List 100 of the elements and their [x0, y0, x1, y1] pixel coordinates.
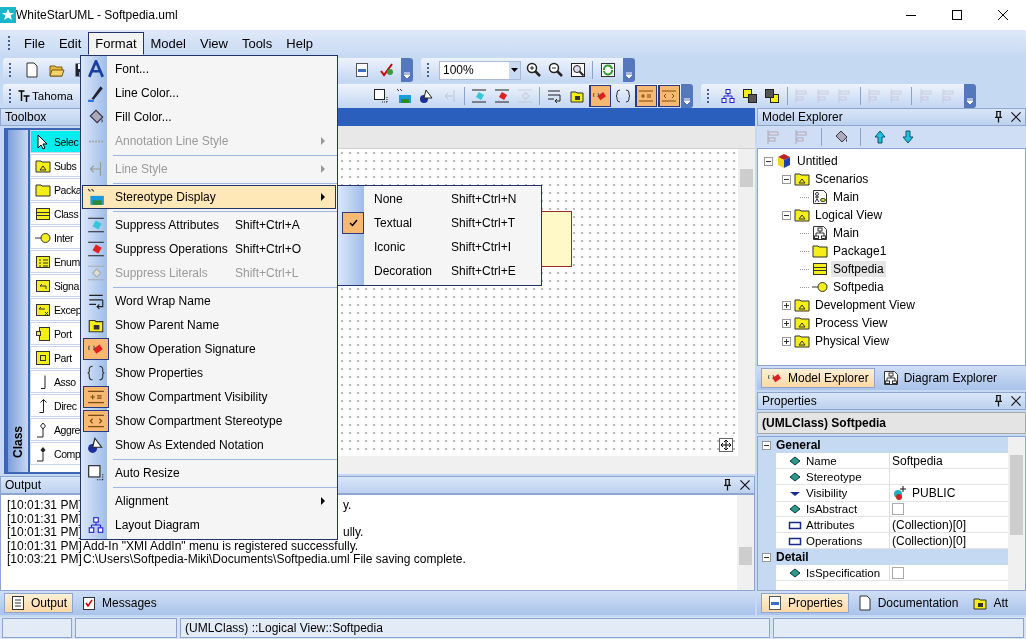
tree-item[interactable]: Main [831, 189, 861, 205]
tree-item[interactable]: Physical View [813, 333, 891, 349]
pin-icon[interactable] [723, 479, 732, 491]
toolbox-group-bar[interactable]: Class [8, 130, 28, 472]
font-field[interactable]: Tahoma [17, 86, 77, 106]
diamond-icon [788, 470, 802, 483]
menu-item[interactable]: Auto Resize [82, 461, 336, 485]
property-value[interactable]: (Collection)[0] [892, 533, 967, 548]
suppress-literals-icon [87, 264, 105, 282]
tree-item[interactable]: Logical View [813, 207, 885, 223]
section-title: Detail [776, 550, 809, 564]
menu-item[interactable]: Help [279, 31, 320, 55]
move-icon[interactable] [719, 438, 733, 452]
collapse-icon[interactable] [762, 552, 771, 562]
close-icon[interactable] [1011, 396, 1021, 406]
collapse-icon[interactable] [782, 174, 791, 184]
menu-item[interactable]: File [17, 31, 52, 55]
scrollbar[interactable] [737, 495, 754, 590]
property-value[interactable]: PUBLIC [912, 486, 956, 500]
close-icon[interactable] [1011, 112, 1021, 122]
panel-tab[interactable]: Properties [761, 593, 849, 613]
expand-icon[interactable] [782, 300, 791, 310]
menu-item[interactable]: None Shift+Ctrl+N [339, 187, 540, 211]
toolbar-overflow-button[interactable] [623, 58, 636, 82]
menu-item[interactable]: View [192, 31, 235, 55]
port-icon [35, 325, 51, 342]
zoom-out-icon [547, 62, 564, 78]
menu-item[interactable]: Edit [51, 31, 89, 55]
menu-item[interactable]: Show Properties [82, 361, 336, 385]
menu-item[interactable]: Textual Shift+Ctrl+T [339, 211, 540, 235]
menu-item[interactable]: Fill Color... [82, 105, 336, 129]
tree-item[interactable]: Scenarios [813, 171, 871, 187]
panel-tab[interactable]: Model Explorer [761, 368, 875, 388]
menu-item[interactable]: Format [88, 31, 144, 55]
menu-item[interactable]: Show Operation Signature [82, 337, 336, 361]
list-icon [10, 595, 26, 611]
menu-item[interactable]: Iconic Shift+Ctrl+I [339, 235, 540, 259]
folder-icon [35, 181, 51, 198]
menu-item[interactable]: Decoration Shift+Ctrl+E [339, 259, 540, 283]
menu-item[interactable]: Suppress Operations Shift+Ctrl+O [82, 237, 336, 261]
log-message: Add-In "XMI AddIn" menu is registered successfully. [83, 539, 359, 553]
document-icon [856, 595, 873, 611]
dotted-line-icon [88, 139, 104, 143]
exception-icon [35, 301, 51, 318]
menu-item[interactable]: Show Compartment Visibility [82, 385, 336, 409]
expand-icon[interactable] [782, 318, 791, 328]
panel-tab[interactable]: Documentation [850, 593, 965, 613]
checkbox[interactable] [892, 566, 904, 579]
layout-icon [87, 516, 105, 534]
menu-item[interactable]: Model [143, 31, 193, 55]
tree-item[interactable]: Softpedia [831, 279, 886, 295]
checkbox[interactable] [892, 502, 904, 515]
tree-item[interactable]: Package1 [831, 243, 889, 259]
tree-item[interactable]: Softpedia [831, 261, 886, 277]
menu-item[interactable]: Word Wrap Name [82, 289, 336, 313]
menu-item[interactable]: Suppress Attributes Shift+Ctrl+A [82, 213, 336, 237]
menu-item[interactable]: Layout Diagram [82, 513, 336, 537]
panel-tab[interactable]: Att [966, 593, 1015, 613]
property-value[interactable]: (Collection)[0] [892, 517, 967, 532]
expand-icon[interactable] [782, 336, 791, 346]
scrollbar[interactable] [738, 149, 755, 456]
down-arrow-icon [900, 129, 916, 145]
menu-item[interactable]: Stereotype Display [82, 185, 336, 209]
scrollbar[interactable] [1008, 437, 1025, 590]
toolbar-overflow-button[interactable] [681, 84, 693, 108]
folder-icon [794, 207, 810, 223]
panel-tab[interactable]: Diagram Explorer [876, 368, 1004, 388]
check-icon [379, 62, 395, 78]
diagram-icon [812, 189, 828, 205]
visibility-icon [892, 485, 908, 501]
collapse-icon[interactable] [782, 210, 791, 220]
arrow-icon [39, 398, 47, 413]
menu-item[interactable]: Show Parent Name [82, 313, 336, 337]
menu-item[interactable]: Show Compartment Stereotype [82, 409, 336, 433]
menu-item[interactable]: Show As Extended Notation [82, 433, 336, 457]
up-arrow-icon [872, 129, 888, 145]
zoom-field[interactable]: 100% [439, 60, 522, 80]
tree-item[interactable]: Untitled [795, 153, 840, 169]
collapse-icon[interactable] [762, 440, 771, 450]
property-name: IsSpecification [806, 566, 881, 579]
property-name: IsAbstract [806, 502, 858, 515]
submenu-arrow-icon [321, 193, 325, 201]
pin-icon[interactable] [994, 395, 1003, 407]
tree-item[interactable]: Process View [813, 315, 890, 331]
panel-tab[interactable]: Output [4, 593, 74, 613]
window-title: WhiteStarUML - Softpedia.uml [16, 8, 179, 22]
close-icon[interactable] [740, 480, 750, 490]
menu-item[interactable]: Line Color... [82, 81, 336, 105]
collapse-icon[interactable] [764, 156, 773, 166]
toolbar-overflow-button[interactable] [401, 58, 413, 82]
tree-item[interactable]: Main [831, 225, 861, 241]
log-message: C:\Users\Softpedia-Miki\Documents\Softpedia.uml File saving complete. [83, 553, 466, 567]
pin-icon[interactable] [994, 111, 1003, 123]
toolbar-overflow-button[interactable] [963, 84, 976, 108]
panel-tab[interactable]: Messages [75, 593, 163, 613]
menu-item[interactable]: Alignment [82, 489, 336, 513]
tree-item[interactable]: Development View [813, 297, 917, 313]
menu-item[interactable]: Tools [234, 31, 280, 55]
maximize-icon [952, 10, 962, 20]
property-value[interactable]: Softpedia [892, 453, 943, 468]
